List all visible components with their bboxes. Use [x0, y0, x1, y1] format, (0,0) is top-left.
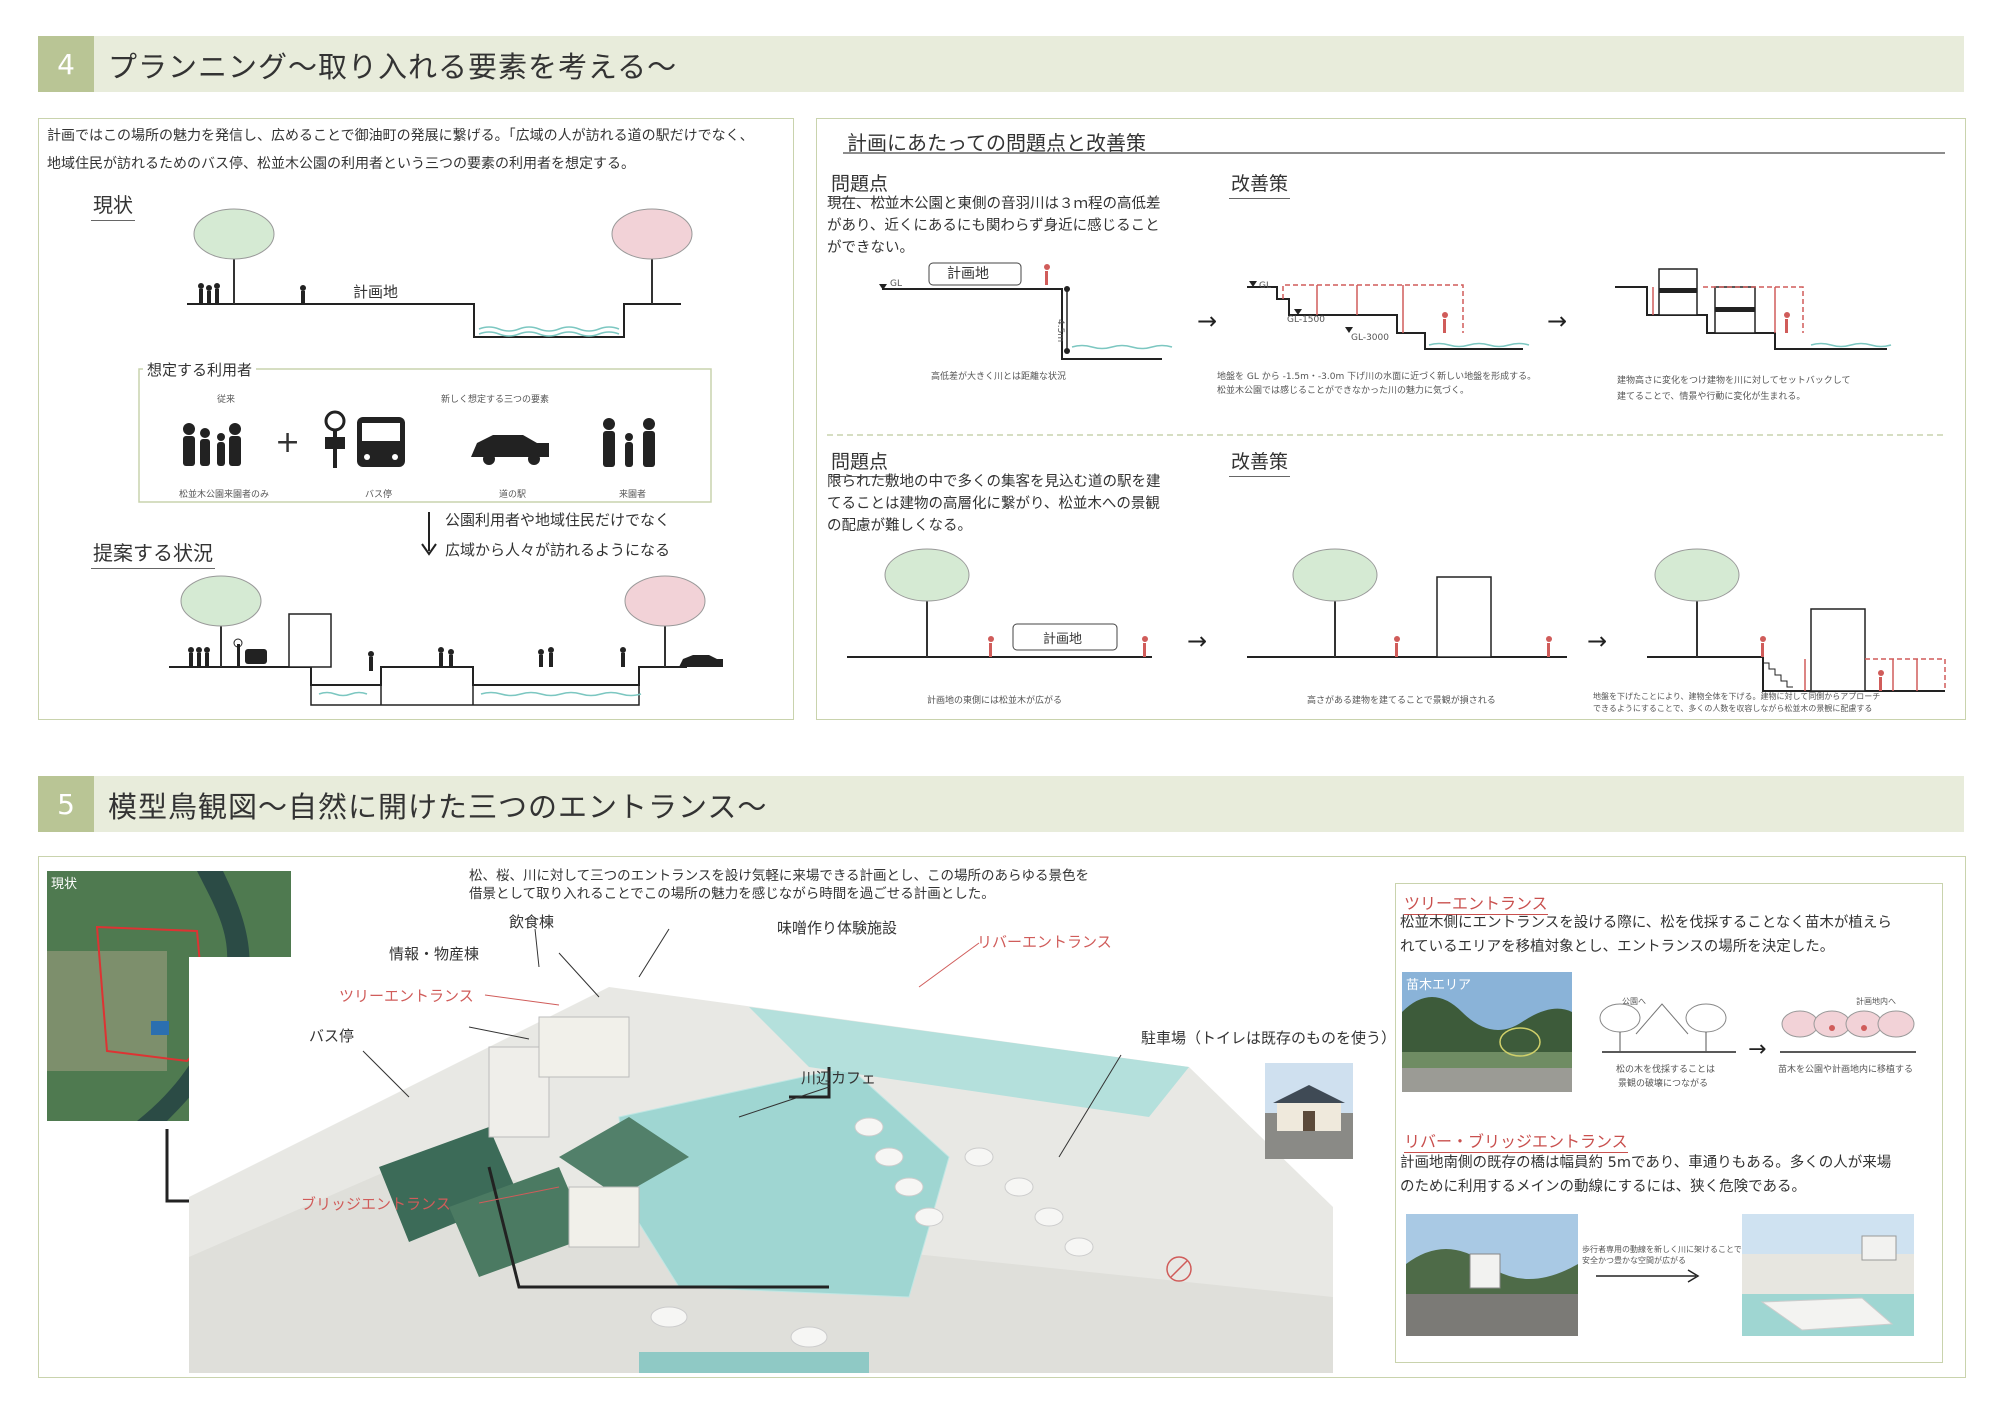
p1-caption3-line2: 建てることで、情景や行動に変化が生まれる。 — [1617, 392, 1806, 402]
label-bridge-entrance: ブリッジエントランス — [301, 1195, 451, 1213]
users-conventional-label: 従来 — [217, 395, 236, 405]
p1-gl: GL — [890, 279, 902, 289]
p1-caption1: 高低差が大きく川とは距離な状況 — [931, 372, 1067, 382]
proposal-section-diagram — [169, 575, 723, 706]
model-panel: 現状 松、桜、川に対して三つのエントランスを設け気軽に来場できる計画とし、この場… — [38, 856, 1966, 1378]
svg-text:→: → — [1547, 307, 1567, 335]
p1-diagram: → → — [879, 262, 1892, 360]
p1-solution-label: 改善策 — [1229, 169, 1291, 199]
arrow-text1: 公園利用者や地域住民だけでなく — [445, 511, 671, 529]
p1-site: 計画地 — [947, 266, 989, 282]
label-river-entrance: リバーエントランス — [977, 933, 1112, 951]
p1-line3: ができない。 — [827, 240, 914, 256]
toilet-photo — [1265, 1063, 1353, 1159]
label-parking: 駐車場（トイレは既存のものを使う） — [1141, 1029, 1397, 1047]
current-section-diagram — [187, 208, 693, 338]
planning-diagrams — [138, 208, 723, 706]
p1-line2: があり、近くにあるにも関わらず身近に感じること — [827, 218, 1160, 234]
p1-caption2-line2: 松並木公園では感じることができなかった川の魅力に気づく。 — [1217, 386, 1470, 396]
p1-height: 4.5m — [1055, 319, 1065, 343]
bridge-after-photo — [1742, 1214, 1914, 1336]
section5-title: 模型鳥観図〜自然に開けた三つのエントランス〜 — [108, 790, 768, 824]
p2-diagram: → → — [847, 548, 1946, 692]
p1-gl1500: GL-1500 — [1287, 315, 1325, 325]
problems-panel: 計画にあたっての問題点と改善策 → → → → 問題点 改善策 現在、松並木公園… — [816, 118, 1966, 720]
p1-caption2-line1: 地盤を GL から -1.5m・-3.0m 下げ川の水面に近づく新しい地盤を形成… — [1217, 372, 1537, 382]
label-cafe: 川辺カフェ — [801, 1069, 877, 1087]
user-visitor-caption: 来園者 — [619, 490, 647, 500]
label-restaurant: 飲食棟 — [509, 913, 555, 931]
planning-panel: 計画ではこの場所の魅力を発信し、広めることで御油町の発展に繋げる。「広域の人が訪… — [38, 118, 794, 720]
label-info: 情報・物産棟 — [389, 945, 480, 963]
plus-sign: + — [275, 425, 301, 460]
label-miso: 味噌作り体験施設 — [777, 919, 898, 937]
section5-number: 5 — [38, 776, 94, 832]
svg-text:→: → — [1187, 627, 1207, 655]
user-park-caption: 松並木公園来園者のみ — [179, 490, 270, 500]
p2-line2: てることは建物の高層化に繋がり、松並木への景観 — [827, 496, 1160, 512]
users-title: 想定する利用者 — [143, 359, 257, 380]
section4-title: プランニング〜取り入れる要素を考える〜 — [108, 50, 678, 84]
users-pictograms — [183, 410, 655, 468]
label-tree-entrance: ツリーエントランス — [339, 987, 474, 1005]
p2-line1: 限られた敷地の中で多くの集客を見込む道の駅を建 — [827, 474, 1161, 490]
p2-caption2: 高さがある建物を建てることで景観が損される — [1307, 696, 1496, 706]
p1-gl3000: GL-3000 — [1351, 333, 1389, 343]
current-site-label: 計画地 — [353, 283, 399, 301]
arrow-text2: 広域から人々が訪れるようになる — [445, 541, 671, 559]
section4-number: 4 — [38, 36, 94, 92]
section4-header: 4 プランニング〜取り入れる要素を考える〜 — [38, 36, 1964, 92]
p2-site: 計画地 — [1043, 632, 1083, 647]
proposal-label: 提案する状況 — [91, 537, 215, 569]
p1-caption3-line1: 建物高さに変化をつけ建物を川に対してセットバックして — [1617, 376, 1851, 386]
p1-gl-solution: GL — [1259, 281, 1271, 291]
label-bus-stop: バス停 — [309, 1027, 355, 1045]
p2-caption3-line1: 地盤を下げたことにより、建物全体を下げる。建物に対して同側からアプローチ — [1593, 692, 1881, 701]
user-bus-caption: バス停 — [365, 490, 393, 500]
users-new-label: 新しく想定する三つの要素 — [441, 395, 550, 405]
p2-caption3-line2: できるようにすることで、多くの人数を収容しながら松並木の景観に配慮する — [1593, 704, 1873, 713]
svg-text:→: → — [1197, 307, 1217, 335]
p2-caption1: 計画地の東側には松並木が広がる — [927, 696, 1063, 706]
p2-line3: の配慮が難しくなる。 — [827, 518, 972, 534]
svg-text:→: → — [1587, 627, 1607, 655]
p2-solution-label: 改善策 — [1229, 447, 1291, 477]
user-roadside-caption: 道の駅 — [499, 490, 527, 500]
section5-header: 5 模型鳥観図〜自然に開けた三つのエントランス〜 — [38, 776, 1964, 832]
p1-line1: 現在、松並木公園と東側の音羽川は３ｍ程の高低差 — [827, 196, 1161, 212]
model-leader-lines — [362, 928, 1122, 1204]
entrance-explanation-box: ツリーエントランス 松並木側にエントランスを設ける際に、松を伐採することなく苗木… — [1395, 883, 1943, 1363]
